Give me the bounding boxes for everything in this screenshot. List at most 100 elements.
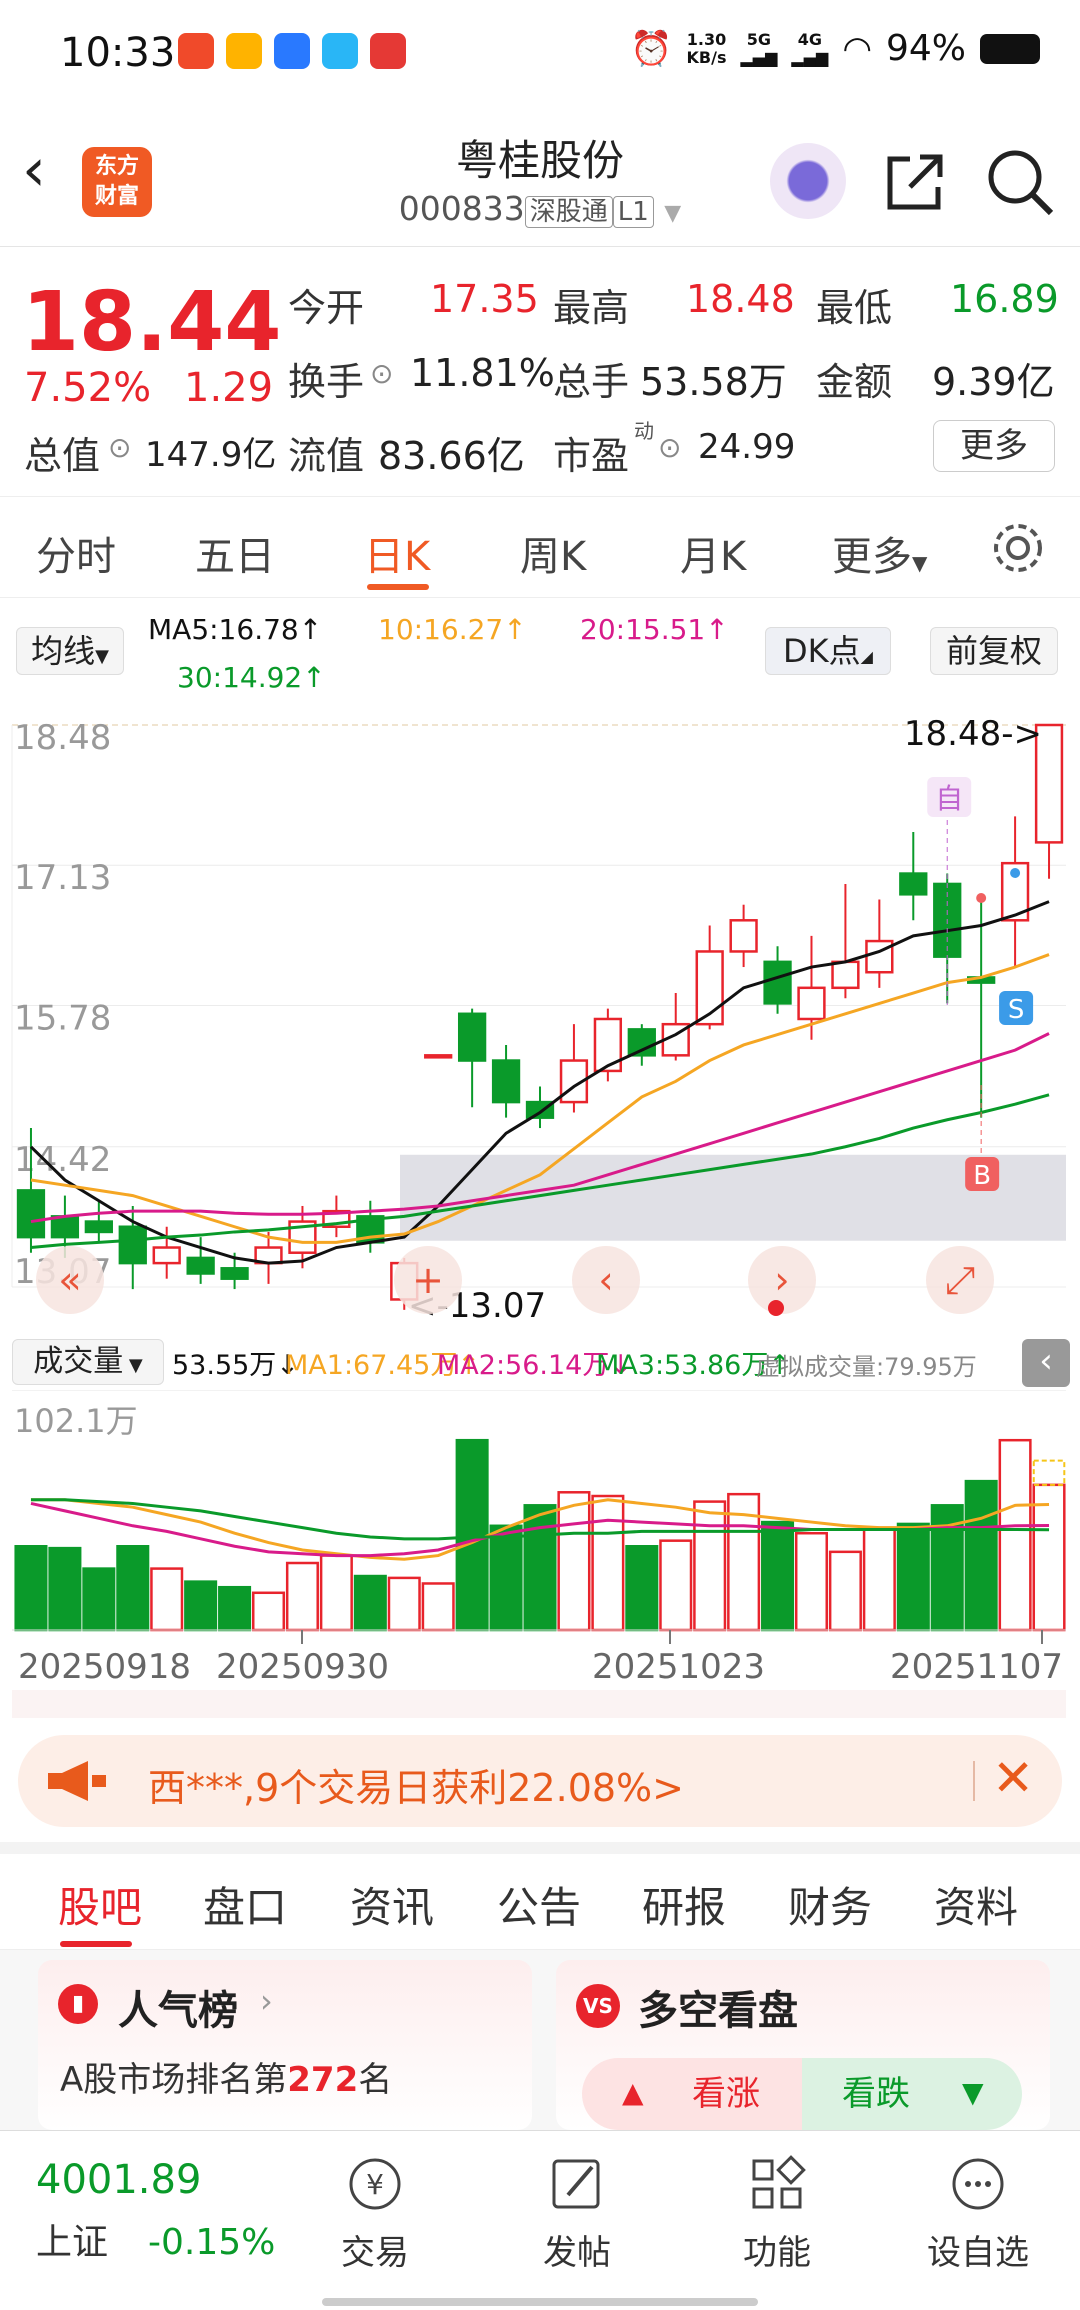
close-icon[interactable]: ✕ <box>992 1749 1034 1807</box>
info-icon[interactable]: ⊙ <box>658 431 681 464</box>
dk-point-button[interactable]: DK点◢ <box>765 627 891 675</box>
volume-bar <box>489 1524 523 1632</box>
ma5-text: MA5:16.78 <box>148 613 299 646</box>
share-icon[interactable] <box>880 147 950 217</box>
ai-assistant-icon[interactable] <box>770 143 846 219</box>
control-glyph: « <box>58 1258 81 1302</box>
candle-body <box>220 1267 249 1280</box>
badge-text: 自 <box>935 782 963 815</box>
tab-finance[interactable]: 财务 <box>788 1874 872 1935</box>
ma10-text: 10:16.27 <box>378 613 504 646</box>
volume-bar <box>591 1494 625 1632</box>
indicator-selector-label: 均线 <box>31 632 96 670</box>
candle <box>661 993 690 1061</box>
nav-add-watchlist[interactable]: 设自选 <box>918 2153 1038 2274</box>
mcap-value: 147.9亿 <box>145 435 277 475</box>
tab-monthly-k[interactable]: 月K <box>680 524 746 582</box>
volume-bar <box>828 1550 862 1632</box>
sell-dot <box>1010 868 1021 878</box>
vol-ma2-text: MA2:56.14万 <box>437 1350 610 1381</box>
tab-intraday[interactable]: 分时 <box>36 524 116 582</box>
tab-more[interactable]: 更多▼ <box>832 524 927 582</box>
volume-bar <box>353 1574 387 1632</box>
candle <box>899 831 928 921</box>
volume-selector[interactable]: 成交量 ▼ <box>12 1339 164 1385</box>
collapse-arrow-icon[interactable]: ‹ <box>1022 1339 1070 1387</box>
ma10-value: 10:16.27↑ <box>378 613 527 646</box>
promo-banner[interactable]: 西***,9个交易日获利22.08%> ✕ <box>18 1735 1062 1827</box>
nav-trade[interactable]: ¥ 交易 <box>315 2153 435 2274</box>
candle-body <box>797 986 826 1021</box>
volume-bar <box>285 1561 319 1632</box>
bull-bear-card[interactable]: VS 多空看盘 ▲ 看涨 看跌 ▼ <box>556 1960 1050 2130</box>
tab-five-day[interactable]: 五日 <box>195 524 275 582</box>
candle-body <box>50 1215 80 1239</box>
volume-selector-label: 成交量 <box>33 1344 124 1379</box>
candle <box>559 1024 589 1113</box>
search-icon[interactable] <box>983 145 1057 219</box>
fast-back-icon[interactable]: « <box>36 1246 104 1314</box>
tab-daily-k[interactable]: 日K <box>364 524 430 582</box>
telegram-icon <box>322 33 358 69</box>
pe-value: 24.99 <box>698 427 796 467</box>
bear-button[interactable]: 看跌 ▼ <box>802 2058 1022 2130</box>
tab-announcements[interactable]: 公告 <box>497 1874 581 1935</box>
tab-profile[interactable]: 资料 <box>934 1874 1018 1935</box>
control-glyph: › <box>774 1258 789 1302</box>
popularity-title: 人气榜 <box>118 1988 238 2034</box>
tab-weekly-k[interactable]: 周K <box>520 524 586 582</box>
tab-guba[interactable]: 股吧 <box>58 1874 142 1935</box>
y-tick-label: 17.13 <box>14 858 111 898</box>
index-row: 上证 -0.15% <box>36 2213 275 2265</box>
candle-body <box>16 1189 46 1239</box>
high-label: 最高 <box>553 286 630 330</box>
volume-bar <box>116 1545 150 1632</box>
info-icon[interactable]: ⊙ <box>108 431 131 464</box>
ma20-value: 20:15.51↑ <box>580 613 729 646</box>
kline-chart[interactable]: 18.4817.1315.7814.4213.0718.48-><-13.07自… <box>0 705 1080 1335</box>
ma5-value: MA5:16.78↑ <box>148 613 323 646</box>
bottom-nav: 4001.89 上证 -0.15% ¥ 交易 发帖 功能 设自选 <box>0 2130 1080 2310</box>
dropdown-icon: ▼ <box>664 201 682 226</box>
adjust-button[interactable]: 前复权 <box>930 627 1058 675</box>
bear-label: 看跌 <box>842 2074 910 2114</box>
corner-icon: ◢ <box>860 647 873 666</box>
volume-bar <box>455 1438 489 1632</box>
bull-bear-title: 多空看盘 <box>638 1988 798 2034</box>
vol-ma3-text: MA3:53.86万 <box>596 1350 769 1381</box>
popularity-card[interactable]: ▮ 人气榜 › A股市场排名第272名 <box>38 1960 532 2130</box>
chevron-right-icon: › <box>260 1982 273 2020</box>
info-icon[interactable]: ⊙ <box>370 357 393 390</box>
nav-post[interactable]: 发帖 <box>517 2153 637 2274</box>
volume-chart[interactable]: 102.1万 20250918 20250930 20251023 20251107 <box>0 1390 1080 1720</box>
candle-body <box>457 1012 487 1062</box>
candle-body <box>186 1256 215 1275</box>
volume-bar <box>998 1438 1032 1632</box>
signal-4g-icon: 4G ▂▄▆ <box>791 29 829 67</box>
nav-post-label: 发帖 <box>543 2233 611 2273</box>
home-indicator <box>322 2298 758 2306</box>
volume-label: 总手 <box>553 360 630 404</box>
candle <box>491 1044 521 1118</box>
zoom-in-icon[interactable]: + <box>394 1246 462 1314</box>
promo-text: 西***,9个交易日获利22.08%> <box>148 1766 684 1810</box>
index-ticker[interactable]: 4001.89 上证 -0.15% <box>36 2157 275 2265</box>
volume-bar <box>625 1545 659 1632</box>
fullscreen-icon[interactable]: ⤢ <box>926 1246 994 1314</box>
battery-percent: 94% <box>885 28 966 69</box>
nav-functions[interactable]: 功能 <box>717 2153 837 2274</box>
tab-news[interactable]: 资讯 <box>350 1874 434 1935</box>
triangle-up-icon: ▲ <box>622 2076 644 2109</box>
tab-pankou[interactable]: 盘口 <box>203 1874 287 1935</box>
indicator-selector[interactable]: 均线▼ <box>16 627 124 675</box>
scroll-left-icon[interactable]: ‹ <box>572 1246 640 1314</box>
tab-research[interactable]: 研报 <box>642 1874 726 1935</box>
tab-more-label: 更多 <box>832 534 912 580</box>
content-tabs: 股吧 盘口 资讯 公告 研报 财务 资料 <box>0 1842 1080 1950</box>
volume-bar <box>421 1582 455 1632</box>
candle <box>865 899 894 988</box>
candle <box>831 883 860 999</box>
settings-gear-icon[interactable] <box>990 520 1046 576</box>
bull-button[interactable]: ▲ 看涨 <box>582 2058 802 2130</box>
more-button[interactable]: 更多 <box>933 420 1055 472</box>
